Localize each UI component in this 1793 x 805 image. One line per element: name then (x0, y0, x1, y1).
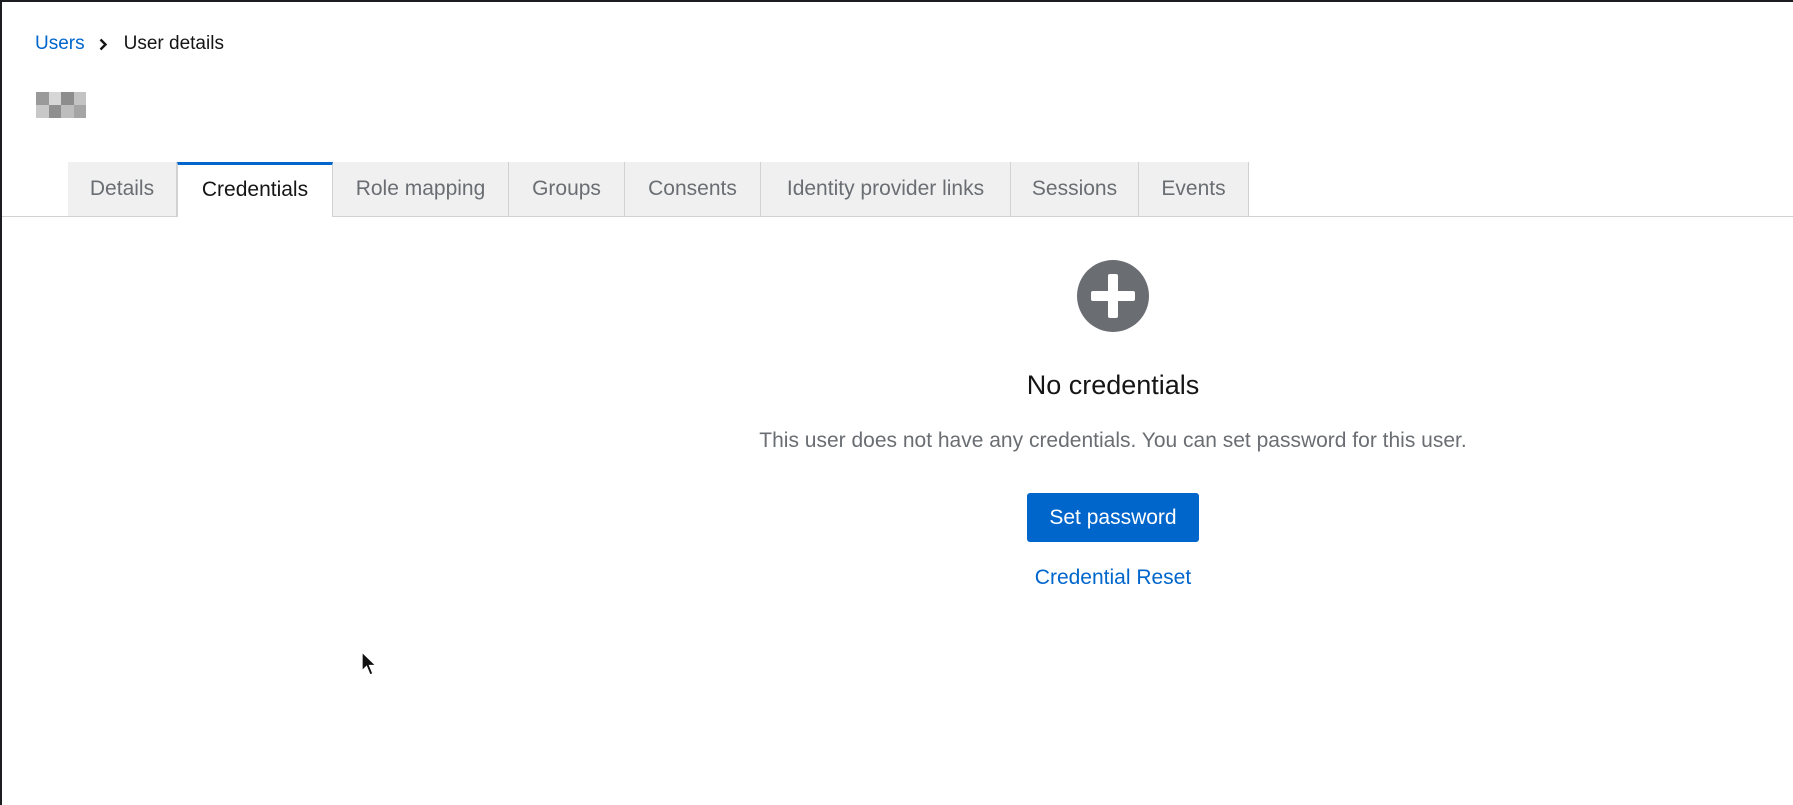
tab-sessions[interactable]: Sessions (1011, 162, 1139, 216)
tab-details[interactable]: Details (68, 162, 177, 216)
tab-groups[interactable]: Groups (509, 162, 625, 216)
credential-reset-link[interactable]: Credential Reset (1035, 566, 1191, 590)
breadcrumb-link-users[interactable]: Users (35, 33, 85, 55)
tab-consents[interactable]: Consents (625, 162, 761, 216)
breadcrumb: Users User details (35, 32, 224, 56)
set-password-button[interactable]: Set password (1027, 493, 1199, 542)
empty-state-title: No credentials (1026, 370, 1200, 400)
mouse-pointer-icon (361, 651, 378, 676)
tab-list: Details Credentials Role mapping Groups … (68, 162, 1249, 217)
tab-role-mapping[interactable]: Role mapping (333, 162, 509, 216)
plus-circle-icon (1077, 260, 1149, 332)
tabs-bar: Details Credentials Role mapping Groups … (2, 162, 1793, 217)
empty-state-description: This user does not have any credentials.… (759, 429, 1467, 452)
empty-state: No credentials This user does not have a… (2, 260, 1793, 590)
tab-events[interactable]: Events (1139, 162, 1249, 216)
tab-identity-provider-links[interactable]: Identity provider links (761, 162, 1011, 216)
breadcrumb-current: User details (123, 33, 224, 54)
tab-credentials[interactable]: Credentials (177, 162, 333, 217)
pixelated-username (36, 92, 86, 118)
chevron-right-icon (99, 38, 108, 51)
